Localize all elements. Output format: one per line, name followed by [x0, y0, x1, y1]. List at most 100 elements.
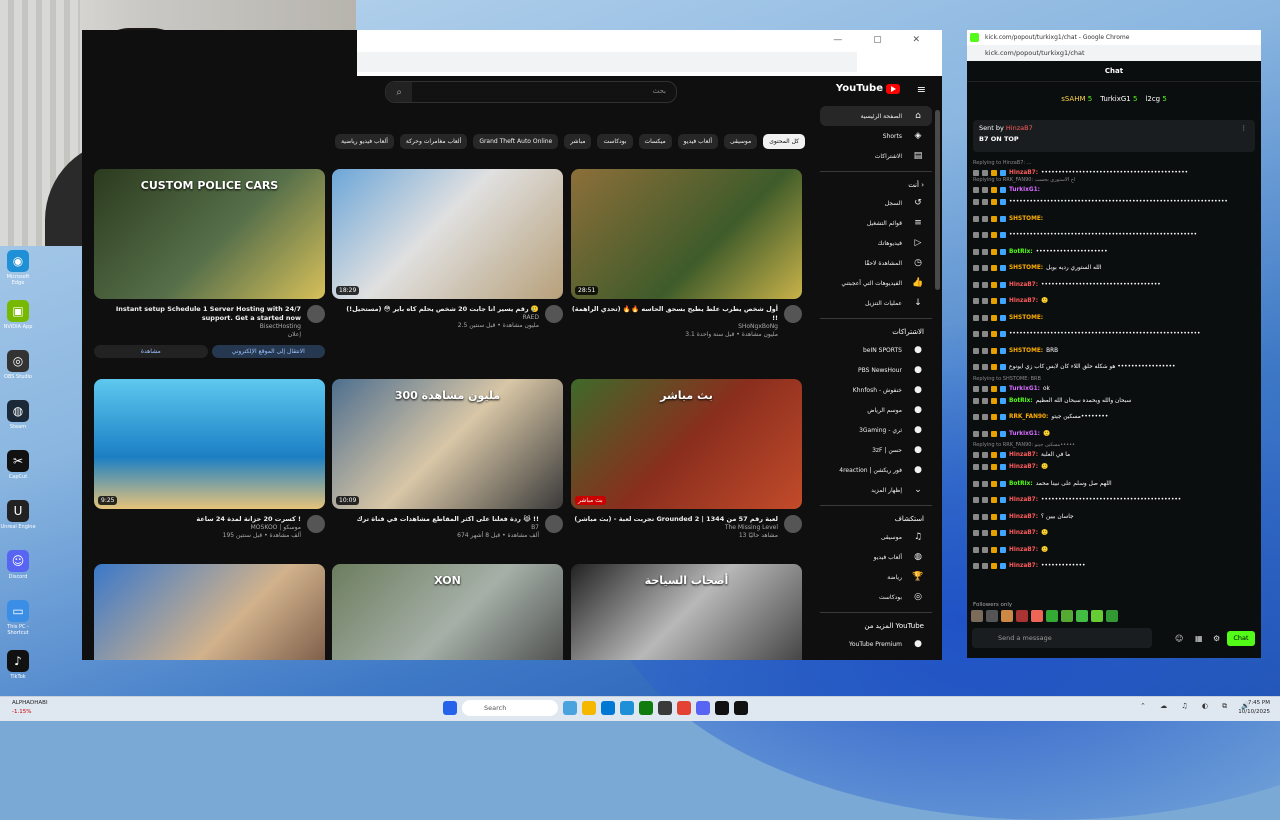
- emote-icon[interactable]: [1091, 610, 1103, 622]
- chat-message[interactable]: BotRix: سبحان والله وبحمده سبحان الله الع…: [973, 393, 1255, 410]
- sidebar-item[interactable]: الاشتراكات ▤: [820, 146, 932, 166]
- filter-chip[interactable]: بودكاست: [597, 134, 633, 149]
- chat-username[interactable]: TurkixG1:: [1009, 430, 1040, 438]
- chat-message[interactable]: SHSTOME: الله الستوري رديه بوبل: [973, 260, 1255, 277]
- emote-icon[interactable]: [986, 610, 998, 622]
- channel-avatar[interactable]: [784, 305, 802, 323]
- video-title[interactable]: (بث مباشر) - تجربت لعبة Grounded 2 | لعب…: [571, 515, 802, 524]
- xbox-icon[interactable]: [639, 701, 653, 715]
- channel-name[interactable]: SHoNgxBoNg: [571, 323, 802, 331]
- chat-message[interactable]: HinzaB7: •••••••••••••: [973, 558, 1255, 575]
- channel-avatar[interactable]: [784, 515, 802, 533]
- obs-icon[interactable]: [715, 701, 729, 715]
- emote-row[interactable]: [971, 610, 1118, 622]
- video-thumbnail[interactable]: [94, 564, 325, 660]
- search-box[interactable]: ⌕ بحث: [385, 81, 677, 103]
- gift-icon[interactable]: ▦: [1195, 634, 1203, 643]
- chat-username[interactable]: RRK_FAN90:: [1009, 413, 1048, 421]
- channel-avatar[interactable]: [307, 515, 325, 533]
- desktop-icon[interactable]: ♪ TikTok: [0, 650, 36, 700]
- chat-username[interactable]: HinzaB7:: [1009, 546, 1038, 554]
- chat-message[interactable]: Replying to HinzaB7: ... HinzaB7: ••••••••…: [973, 160, 1255, 177]
- video-title[interactable]: أول شخص يطرب علط يطيح بسحق الحاسه 🔥🔥 (تح…: [571, 305, 802, 323]
- page-scrollbar[interactable]: [935, 110, 940, 290]
- filter-chip[interactable]: كل المحتوى: [763, 134, 805, 149]
- search-input[interactable]: بحث: [653, 87, 666, 95]
- emote-icon[interactable]: [1031, 610, 1043, 622]
- video-thumbnail[interactable]: بث مباشر بث مباشر: [571, 379, 802, 509]
- video-title[interactable]: ردة فعلنا على اكثر المقاطع مشاهدات في قن…: [332, 515, 563, 524]
- sidebar-item[interactable]: السجل ↺: [820, 193, 932, 213]
- chat-username[interactable]: HinzaB7:: [1009, 281, 1038, 289]
- chat-message[interactable]: RRK_FAN90: مسكين جيتو••••••••: [973, 409, 1255, 426]
- start-icon[interactable]: [443, 701, 457, 715]
- chat-username[interactable]: TurkixG1:: [1009, 385, 1040, 393]
- youtube-logo[interactable]: YouTube: [836, 83, 900, 94]
- steam-icon[interactable]: [658, 701, 672, 715]
- filter-chip[interactable]: ألعاب فيديو رياضية: [335, 134, 394, 149]
- sidebar-item[interactable]: موسيقى ♫: [820, 527, 932, 547]
- task-view-icon[interactable]: [563, 701, 577, 715]
- reply-preview[interactable]: Replying to RRK_FAN90: مسكين جيتو•••••: [973, 442, 1255, 448]
- ad-button[interactable]: الانتقال إلى الموقع الإلكتروني: [211, 345, 325, 358]
- sidebar-subscription[interactable]: 3Gaming - ثري ●: [820, 420, 932, 440]
- reply-preview[interactable]: Replying to SHSTOME: BRB: [973, 376, 1255, 382]
- sidebar-item[interactable]: بودكاست ◎: [820, 587, 932, 607]
- pin-icon[interactable]: ⋮: [1241, 124, 1248, 132]
- channel-name[interactable]: MOSKOO | موسكو: [94, 524, 325, 532]
- emote-icon[interactable]: [1046, 610, 1058, 622]
- pin-user[interactable]: HinzaB7: [1006, 124, 1033, 132]
- video-thumbnail[interactable]: 28:51: [571, 169, 802, 299]
- video-thumbnail[interactable]: 9:25: [94, 379, 325, 509]
- video-card[interactable]: بث مباشر بث مباشر (بث مباشر) - تجربت لعبة …: [571, 379, 802, 540]
- sidebar-item[interactable]: عمليات التنزيل ↓: [820, 293, 932, 313]
- taskbar-search[interactable]: Search: [462, 700, 558, 716]
- tiktok-icon[interactable]: [734, 701, 748, 715]
- channel-avatar[interactable]: [545, 305, 563, 323]
- sidebar-item[interactable]: ألعاب فيديو ◍: [820, 547, 932, 567]
- video-title[interactable]: Instant setup Schedule 1 Server Hosting …: [94, 305, 325, 323]
- sidebar-item[interactable]: فيديوهاتك ▷: [820, 233, 932, 253]
- chat-username[interactable]: SHSTOME:: [1009, 264, 1043, 272]
- video-thumbnail[interactable]: أصحاب السياحة: [571, 564, 802, 660]
- address-bar[interactable]: [357, 52, 857, 72]
- chat-username[interactable]: HinzaB7:: [1009, 169, 1038, 177]
- settings-icon[interactable]: ⚙: [1213, 634, 1220, 643]
- video-card[interactable]: CUSTOM POLICE CARS Instant setup Schedule…: [94, 169, 325, 358]
- weather-widget[interactable]: ALPHADHABI -1.15%: [12, 699, 48, 717]
- chat-send-button[interactable]: Chat: [1227, 631, 1255, 646]
- emote-icon[interactable]: [1076, 610, 1088, 622]
- chat-message[interactable]: HinzaB7: 🙂: [973, 542, 1255, 559]
- chat-username[interactable]: HinzaB7:: [1009, 451, 1038, 459]
- chat-username[interactable]: TurkixG1:: [1009, 186, 1040, 194]
- chat-message[interactable]: Replying to SHSTOME: BRB TurkixG1: ok: [973, 376, 1255, 393]
- reply-preview[interactable]: Replying to HinzaB7: ...: [973, 160, 1255, 166]
- sidebar-item[interactable]: YouTube Premium ●: [820, 634, 932, 654]
- desktop-icon[interactable]: ◉ Microsoft Edge: [0, 250, 36, 300]
- desktop-icon[interactable]: ▣ NVIDIA App: [0, 300, 36, 350]
- desktop-icon[interactable]: ◎ OBS Studio: [0, 350, 36, 400]
- search-icon[interactable]: ⌕: [386, 82, 412, 102]
- chat-username[interactable]: BotRix:: [1009, 248, 1033, 256]
- chat-username[interactable]: BotRix:: [1009, 480, 1033, 488]
- video-title[interactable]: رقم يسير انا جابت 20 شخص يحلم كاه باير 😳…: [332, 305, 563, 314]
- video-card[interactable]: 9:25 كسرت 20 حزانة لمدة 24 ساعة ! MOSKOO |…: [94, 379, 325, 540]
- desktop-icon[interactable]: ▭ This PC - Shortcut: [0, 600, 36, 650]
- sidebar-subscription[interactable]: PBS NewsHour ●: [820, 360, 932, 380]
- video-card[interactable]: [94, 564, 325, 660]
- ad-button[interactable]: مشاهدة: [94, 345, 208, 358]
- filter-chip[interactable]: مباشر: [564, 134, 592, 149]
- video-thumbnail[interactable]: 18:29: [332, 169, 563, 299]
- sidebar-subscription[interactable]: موسم الرياض ●: [820, 400, 932, 420]
- sidebar-item[interactable]: الفيديوهات التي أعجبتني 👍: [820, 273, 932, 293]
- chat-username[interactable]: BotRix:: [1009, 397, 1033, 405]
- emote-icon[interactable]: [1016, 610, 1028, 622]
- pinned-message[interactable]: Sent by HinzaB7 B7 ON TOP ⋮: [973, 120, 1255, 152]
- video-thumbnail[interactable]: XON: [332, 564, 563, 660]
- sidebar-section-you[interactable]: أنت ›: [820, 177, 932, 193]
- chat-username[interactable]: HinzaB7:: [1009, 297, 1038, 305]
- store-icon[interactable]: [601, 701, 615, 715]
- channel-avatar[interactable]: [307, 305, 325, 323]
- emote-icon[interactable]: [1106, 610, 1118, 622]
- sidebar-subscription[interactable]: Khnfosh - خنفوش ●: [820, 380, 932, 400]
